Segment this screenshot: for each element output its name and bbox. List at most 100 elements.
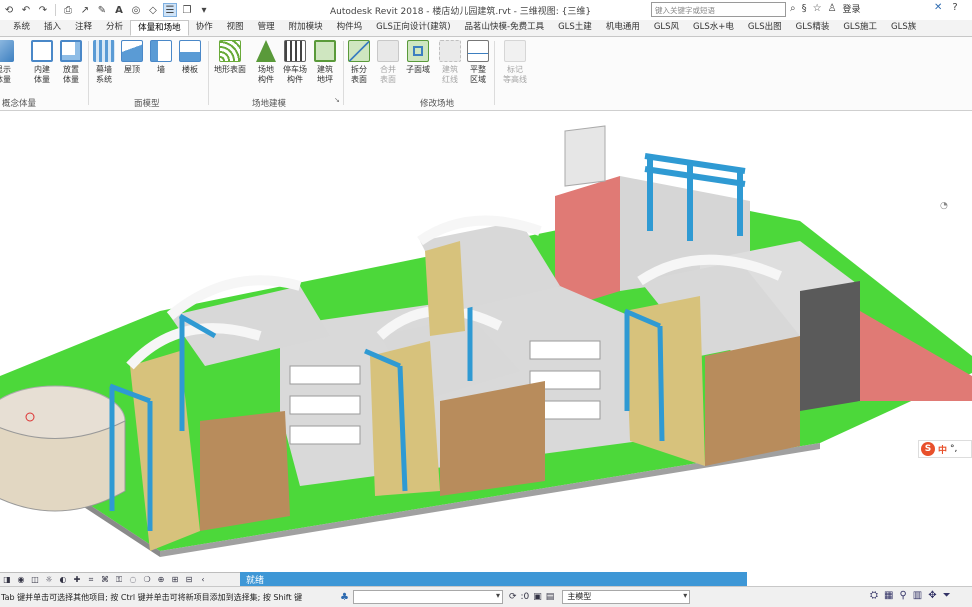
switch-windows-icon[interactable]: ❐ [180, 3, 194, 17]
tab-insert[interactable]: 插入 [37, 20, 68, 36]
zero-icon[interactable]: :0 [521, 592, 530, 602]
find-icon[interactable]: ⌕ [790, 3, 796, 14]
crop-icon[interactable]: ⌗ [86, 575, 96, 585]
tab-architecture[interactable]: 系统 [6, 20, 37, 36]
lock-3d-icon[interactable]: ⚿ [114, 575, 124, 585]
title-bar: ⟲ ↶ ↷ ⎙ ↗ ✎ A ◎ ◇ ☰ ❐ ▾ Autodesk Revit 2… [0, 0, 972, 20]
face-floor-button[interactable]: 楼板 [175, 40, 205, 75]
tab-annotate[interactable]: 注释 [68, 20, 99, 36]
tab-gls-design[interactable]: GLS正向设计(建筑) [369, 20, 457, 36]
in-place-mass-button[interactable]: 内建 体量 [27, 40, 57, 85]
sun-path-icon[interactable]: ☼ [44, 575, 54, 585]
panel-launcher-icon[interactable]: ↘ [334, 96, 340, 104]
select-pinned-icon[interactable]: ⚲ [899, 590, 906, 601]
parking-component-button[interactable]: 停车场 构件 [280, 40, 310, 85]
text-icon[interactable]: A [112, 3, 126, 17]
label-contours-label: 标记 等高线 [503, 65, 527, 84]
view-3d-icon[interactable]: ◎ [129, 3, 143, 17]
tab-gls-finish[interactable]: GLS精装 [789, 20, 837, 36]
merge-surfaces-button[interactable]: 合并 表面 [373, 40, 403, 85]
viewcube-icon[interactable]: ◔ [940, 201, 948, 211]
thin-lines-icon[interactable]: ☰ [163, 3, 177, 17]
ime-indicator[interactable]: S 中 °, [918, 440, 972, 458]
measure-icon[interactable]: ↗ [78, 3, 92, 17]
editable-only-icon[interactable]: ▤ [546, 592, 555, 602]
toposurface-label: 地形表面 [214, 65, 246, 74]
tab-pinming[interactable]: 品茗山快模-免费工具 [458, 20, 552, 36]
curtain-system-button[interactable]: 幕墙 系统 [89, 40, 119, 85]
model-dropdown[interactable]: 主模型 [562, 590, 691, 604]
face-wall-button[interactable]: 墙 [146, 40, 176, 75]
print-icon[interactable]: ⎙ [61, 3, 75, 17]
building-pad-icon [314, 40, 336, 62]
search-input[interactable]: 键入关键字或短语 [651, 2, 786, 17]
filter-icon[interactable]: ⏷ [943, 590, 951, 601]
constraints-icon[interactable]: ⊟ [184, 575, 194, 585]
expand-icon[interactable]: ‹ [198, 575, 208, 585]
analytical-icon[interactable]: ⊕ [156, 575, 166, 585]
tag-icon[interactable]: ✎ [95, 3, 109, 17]
ime-punctuation-icon: °, [950, 444, 958, 454]
worksets-icon[interactable]: ♣ [340, 592, 349, 603]
reveal-hidden-icon[interactable]: ❍ [142, 575, 152, 585]
tab-gls-civil[interactable]: GLS土建 [551, 20, 599, 36]
sync-icon[interactable]: ⟳ [509, 592, 517, 602]
tab-mep-general[interactable]: 机电通用 [599, 20, 647, 36]
tab-analyze[interactable]: 分析 [99, 20, 130, 36]
select-underlay-icon[interactable]: ▦ [884, 590, 893, 601]
tab-gls-family[interactable]: GLS族 [884, 20, 923, 36]
temp-hide-icon[interactable]: ◌ [128, 575, 138, 585]
subscription-icon[interactable]: § [802, 3, 807, 14]
select-links-icon[interactable]: ⛭ [870, 590, 878, 601]
shadows-icon[interactable]: ◐ [58, 575, 68, 585]
tab-gls-drawing[interactable]: GLS出图 [741, 20, 789, 36]
help-icon[interactable]: ? [952, 2, 957, 13]
scale-icon[interactable]: ◨ [2, 575, 12, 585]
visual-style-icon[interactable]: ◫ [30, 575, 40, 585]
property-line-button[interactable]: 建筑 红线 [435, 40, 465, 85]
face-roof-button[interactable]: 屋顶 [117, 40, 147, 75]
undo-icon[interactable]: ↶ [19, 3, 33, 17]
tab-addins[interactable]: 附加模块 [282, 20, 330, 36]
workset-dropdown[interactable] [352, 590, 503, 604]
label-contours-button[interactable]: 标记 等高线 [500, 40, 530, 85]
tab-gls-plumbing[interactable]: GLS水+电 [686, 20, 741, 36]
panel-label-model-by-face: 面模型 [134, 99, 160, 109]
site-component-button[interactable]: 场地 构件 [251, 40, 281, 85]
tab-massing-site[interactable]: 体量和场地 [130, 20, 189, 36]
building-pad-button[interactable]: 建筑 地坪 [310, 40, 340, 85]
exchange-icon[interactable]: ✕ [934, 2, 942, 13]
redo-icon[interactable]: ↷ [36, 3, 50, 17]
show-crop-icon[interactable]: ⌘ [100, 575, 110, 585]
tab-manage[interactable]: 管理 [251, 20, 282, 36]
place-mass-button[interactable]: 放置 体量 [56, 40, 86, 85]
section-icon[interactable]: ◇ [146, 3, 160, 17]
panel-separator [208, 41, 209, 105]
tab-view[interactable]: 视图 [220, 20, 251, 36]
highlight-icon[interactable]: ⊞ [170, 575, 180, 585]
favorites-icon[interactable]: ☆ [813, 3, 822, 14]
open-icon[interactable]: ⟲ [2, 3, 16, 17]
drag-elements-icon[interactable]: ✥ [928, 590, 936, 601]
place-mass-label: 放置 体量 [63, 65, 79, 84]
tab-gls-hvac[interactable]: GLS风 [647, 20, 686, 36]
tab-component-dock[interactable]: 构件坞 [330, 20, 370, 36]
toposurface-button[interactable]: 地形表面 [212, 40, 248, 75]
detail-level-icon[interactable]: ◉ [16, 575, 26, 585]
login-link[interactable]: 登录 [843, 2, 861, 15]
tab-collaborate[interactable]: 协作 [189, 20, 220, 36]
split-surface-label: 拆分 表面 [351, 65, 367, 84]
show-mass-button[interactable]: 显示 体量 [0, 40, 18, 85]
split-surface-button[interactable]: 拆分 表面 [344, 40, 374, 85]
quick-access-separator [55, 4, 56, 16]
render-icon[interactable]: ✚ [72, 575, 82, 585]
user-icon[interactable]: ♙ [828, 3, 837, 14]
tab-gls-construction[interactable]: GLS施工 [836, 20, 884, 36]
graded-region-button[interactable]: 平整 区域 [463, 40, 493, 85]
design-options-icon[interactable]: ▣ [533, 592, 542, 602]
split-surface-icon [348, 40, 370, 62]
3d-viewport[interactable]: ◔ S 中 °, [0, 111, 972, 572]
customize-icon[interactable]: ▾ [197, 3, 211, 17]
subregion-button[interactable]: 子面域 [402, 40, 434, 75]
select-by-face-icon[interactable]: ▥ [913, 590, 922, 601]
